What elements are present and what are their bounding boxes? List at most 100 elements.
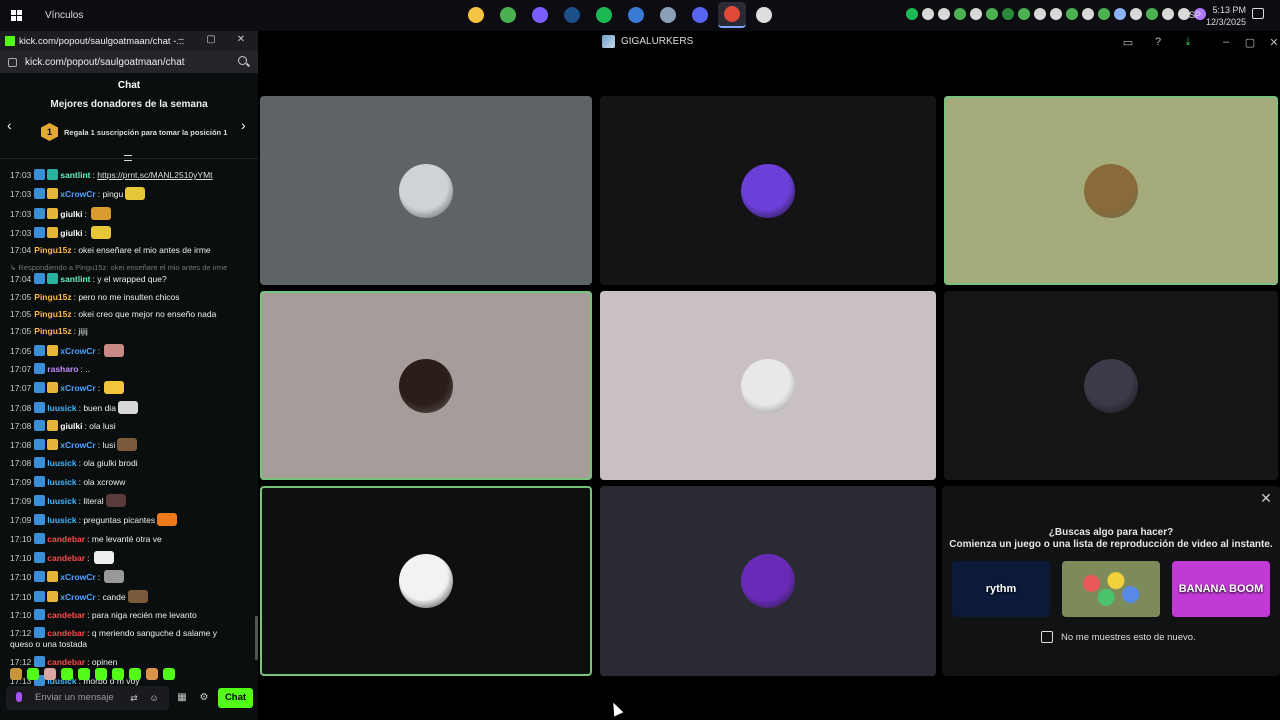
- activity-card[interactable]: rythm: [952, 561, 1050, 617]
- activity-card[interactable]: [1062, 561, 1160, 617]
- message-link[interactable]: https://prnt.sc/MANL2510yYMt: [97, 170, 212, 180]
- crown-badge-icon[interactable]: [47, 188, 59, 200]
- subscriber-badge-icon[interactable]: [34, 419, 46, 431]
- tray-icon[interactable]: [1114, 8, 1126, 20]
- windows-start-icon[interactable]: [0, 0, 32, 31]
- username[interactable]: candebar: [47, 610, 85, 620]
- username[interactable]: xCrowCr: [60, 346, 95, 356]
- taskbar-chrome-active-icon[interactable]: [718, 2, 746, 28]
- close-icon[interactable]: ✕: [234, 34, 248, 45]
- taskbar-steam-icon[interactable]: [558, 2, 586, 28]
- quick-emote-icon[interactable]: [95, 668, 107, 680]
- emote-icon[interactable]: [93, 550, 114, 564]
- emoji-icon[interactable]: ☺: [149, 693, 159, 703]
- username[interactable]: luusick: [47, 496, 76, 506]
- quick-emote-icon[interactable]: [10, 668, 22, 680]
- taskbar-files-icon[interactable]: [654, 2, 682, 28]
- emote-icon[interactable]: [104, 570, 125, 584]
- quick-emote-icon[interactable]: [27, 668, 39, 680]
- participant-tile[interactable]: [260, 291, 592, 480]
- username[interactable]: giulki: [60, 209, 82, 219]
- tray-icon[interactable]: [922, 8, 934, 20]
- scrollbar[interactable]: [255, 616, 258, 660]
- help-icon[interactable]: ?: [1150, 35, 1166, 49]
- username[interactable]: candebar: [47, 657, 85, 667]
- download-icon[interactable]: ⤓: [1180, 35, 1196, 49]
- translate-icon[interactable]: ⇄: [129, 693, 139, 703]
- subscriber-badge-icon[interactable]: [34, 273, 46, 285]
- minimize-icon[interactable]: –: [1218, 35, 1234, 49]
- tray-icon[interactable]: [986, 8, 998, 20]
- chevron-right-icon[interactable]: ›: [241, 117, 246, 133]
- taskbar-chatgpt-icon[interactable]: [750, 2, 778, 28]
- crown-badge-icon[interactable]: [47, 382, 59, 394]
- emote-icon[interactable]: [91, 206, 112, 220]
- tray-icon[interactable]: [1066, 8, 1078, 20]
- participant-tile[interactable]: [600, 96, 936, 285]
- close-icon[interactable]: ✕: [1266, 35, 1280, 49]
- subscriber-badge-icon[interactable]: [34, 571, 46, 583]
- quick-emote-icon[interactable]: [44, 668, 56, 680]
- participant-tile[interactable]: [600, 291, 936, 480]
- subscriber-badge-icon[interactable]: [34, 627, 46, 639]
- taskbar-store-icon[interactable]: [622, 2, 650, 28]
- tray-icon[interactable]: [1082, 8, 1094, 20]
- subscriber-badge-icon[interactable]: [34, 656, 46, 668]
- subscriber-badge-icon[interactable]: [34, 439, 46, 451]
- tray-icon[interactable]: [1162, 8, 1174, 20]
- subscriber-badge-icon[interactable]: [34, 382, 46, 394]
- url-text[interactable]: kick.com/popout/saulgoatmaan/chat: [25, 57, 185, 68]
- tray-icon[interactable]: [1050, 8, 1062, 20]
- language-indicator[interactable]: ESP: [1183, 10, 1201, 20]
- mod-badge-icon[interactable]: [47, 169, 59, 180]
- participant-tile[interactable]: [944, 291, 1278, 480]
- subscriber-badge-icon[interactable]: [34, 532, 46, 544]
- quick-emote-icon[interactable]: [78, 668, 90, 680]
- tray-icon[interactable]: [1034, 8, 1046, 20]
- tray-icon[interactable]: [1098, 8, 1110, 20]
- links-toolbar-label[interactable]: Vínculos: [45, 10, 83, 21]
- emote-icon[interactable]: [104, 343, 125, 357]
- username[interactable]: xCrowCr: [60, 592, 95, 602]
- maximize-icon[interactable]: ▢: [204, 34, 218, 45]
- emote-icon[interactable]: [104, 381, 125, 395]
- subscriber-badge-icon[interactable]: [34, 551, 46, 563]
- username[interactable]: giulki: [60, 421, 82, 431]
- emote-icon[interactable]: [127, 589, 148, 603]
- username[interactable]: candebar: [47, 534, 85, 544]
- subscriber-badge-icon[interactable]: [34, 226, 46, 238]
- subscriber-badge-icon[interactable]: [34, 169, 46, 180]
- tray-icon[interactable]: [938, 8, 950, 20]
- microphone-icon[interactable]: [16, 692, 22, 702]
- tray-icon[interactable]: [970, 8, 982, 20]
- subscriber-badge-icon[interactable]: [34, 495, 46, 507]
- username[interactable]: giulki: [60, 228, 82, 238]
- participant-tile[interactable]: [260, 486, 592, 676]
- mod-badge-icon[interactable]: [47, 273, 59, 285]
- crown-badge-icon[interactable]: [47, 419, 59, 431]
- activity-card[interactable]: BANANA BOOM: [1172, 561, 1270, 617]
- username[interactable]: xCrowCr: [60, 572, 95, 582]
- emote-icon[interactable]: [105, 494, 126, 508]
- username[interactable]: xCrowCr: [60, 189, 95, 199]
- participant-tile[interactable]: [944, 96, 1278, 285]
- emote-icon[interactable]: [125, 187, 146, 201]
- username[interactable]: luusick: [47, 477, 76, 487]
- subscriber-badge-icon[interactable]: [34, 457, 46, 469]
- close-icon[interactable]: ✕: [1258, 490, 1274, 506]
- emote-icon[interactable]: [157, 513, 178, 527]
- taskbar-file-explorer-icon[interactable]: [462, 2, 490, 28]
- emote-icon[interactable]: [117, 400, 138, 414]
- crown-badge-icon[interactable]: [47, 439, 59, 451]
- clock[interactable]: 5:13 PM 12/3/2025: [1200, 4, 1246, 28]
- dont-show-again[interactable]: No me muestres esto de nuevo.: [1041, 631, 1196, 643]
- subscriber-badge-icon[interactable]: [34, 362, 46, 374]
- participant-tile[interactable]: [600, 486, 936, 676]
- emote-icon[interactable]: [117, 438, 138, 452]
- checkbox[interactable]: [1041, 631, 1053, 643]
- username[interactable]: candebar: [47, 553, 85, 563]
- quick-emote-icon[interactable]: [112, 668, 124, 680]
- notification-icon[interactable]: [1252, 8, 1264, 19]
- username[interactable]: xCrowCr: [60, 440, 95, 450]
- tray-icon[interactable]: [906, 8, 918, 20]
